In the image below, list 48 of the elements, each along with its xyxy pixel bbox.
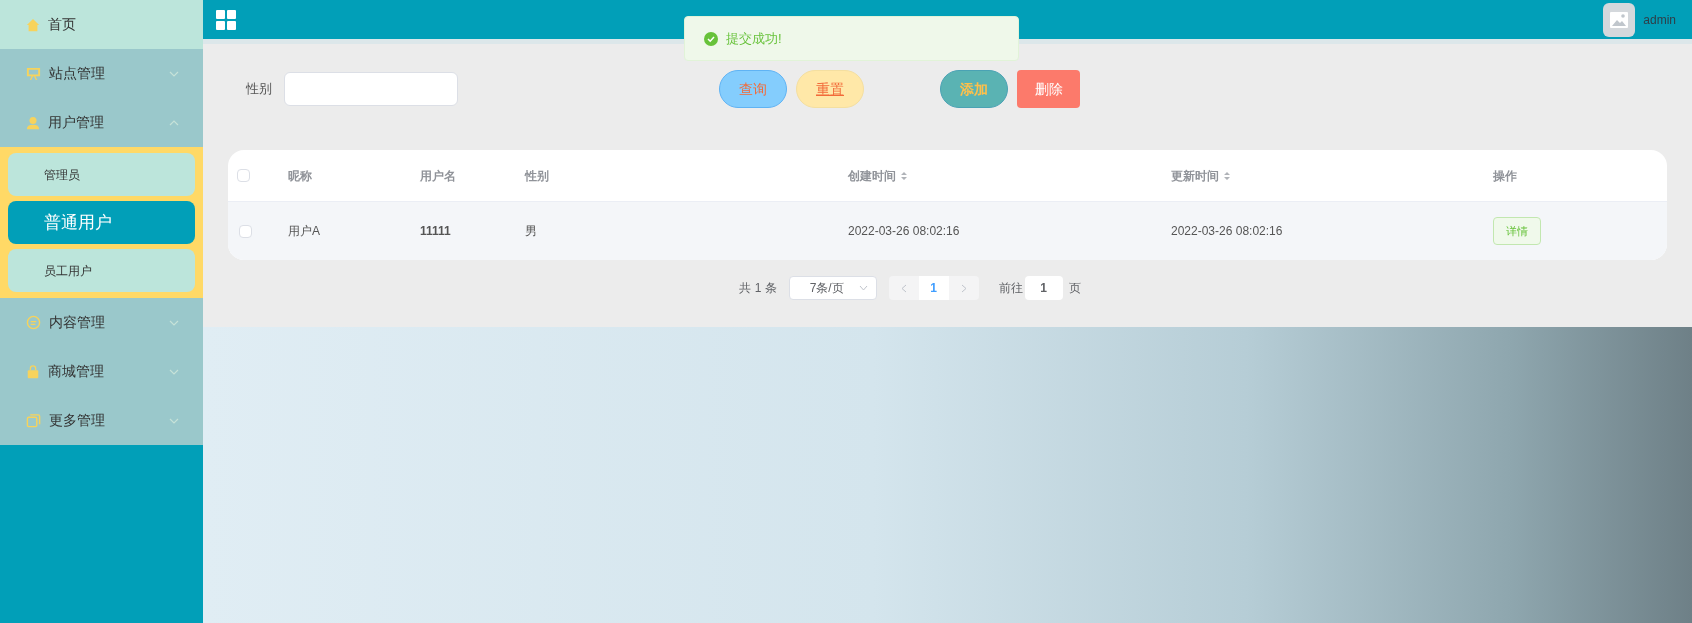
chevron-up-icon xyxy=(169,119,179,126)
sort-icon xyxy=(1223,170,1231,181)
submenu-item[interactable]: 管理员 xyxy=(8,153,195,196)
chevron-down-icon xyxy=(169,417,179,424)
chevron-down-icon xyxy=(169,70,179,77)
gender-input-field[interactable] xyxy=(284,72,458,106)
check-circle-icon xyxy=(704,31,718,46)
page-suffix: 页 xyxy=(1068,280,1081,297)
toast-message: 提交成功! xyxy=(726,29,782,48)
chevron-down-icon xyxy=(169,319,179,326)
table-cell: 2022-03-26 08:02:16 xyxy=(1171,224,1283,238)
chevron-down-icon xyxy=(858,285,868,291)
goto-page-field[interactable]: 1 xyxy=(1024,276,1063,300)
table-cell: 男 xyxy=(525,224,537,238)
bag-icon xyxy=(26,364,40,379)
submenu-item[interactable]: 员工用户 xyxy=(8,249,195,292)
select-all-checkbox[interactable] xyxy=(237,169,250,182)
user-icon xyxy=(26,115,40,130)
column-header: 性别 xyxy=(525,167,549,185)
chevron-down-icon xyxy=(169,368,179,375)
column-header: 用户名 xyxy=(420,167,456,185)
chat-icon xyxy=(26,315,41,330)
chevron-right-icon xyxy=(960,283,967,293)
chevron-left-icon xyxy=(900,283,907,293)
username: admin xyxy=(1643,11,1676,29)
sidebar-menu-item[interactable]: 更多管理 xyxy=(0,396,203,445)
column-header: 昵称 xyxy=(288,167,312,185)
table-cell: 用户A xyxy=(288,224,320,238)
gender-label: 性别 xyxy=(246,80,272,99)
sidebar-menu-item[interactable]: 内容管理 xyxy=(0,298,203,347)
goto-label: 前往 xyxy=(998,280,1023,297)
column-header: 操作 xyxy=(1493,167,1517,185)
page-size-select[interactable]: 7条/页 xyxy=(788,276,877,300)
sidebar-menu-item[interactable]: 用户管理 xyxy=(0,98,203,147)
sort-icon xyxy=(900,170,908,181)
table-cell: 11111 xyxy=(420,224,451,238)
image-icon xyxy=(1610,11,1629,28)
sidebar-menu-item[interactable]: 商城管理 xyxy=(0,347,203,396)
home-icon xyxy=(26,17,40,32)
total-count: 共 1 条 xyxy=(739,280,777,297)
row-checkbox[interactable] xyxy=(239,224,252,238)
easel-icon xyxy=(26,66,41,81)
sidebar-menu-item[interactable]: 首页 xyxy=(0,0,203,49)
grid-icon[interactable] xyxy=(216,9,236,30)
table-cell: 2022-03-26 08:02:16 xyxy=(848,224,960,238)
avatar[interactable] xyxy=(1603,2,1636,37)
sidebar-menu-item[interactable]: 站点管理 xyxy=(0,49,203,98)
copy-icon xyxy=(26,413,41,428)
